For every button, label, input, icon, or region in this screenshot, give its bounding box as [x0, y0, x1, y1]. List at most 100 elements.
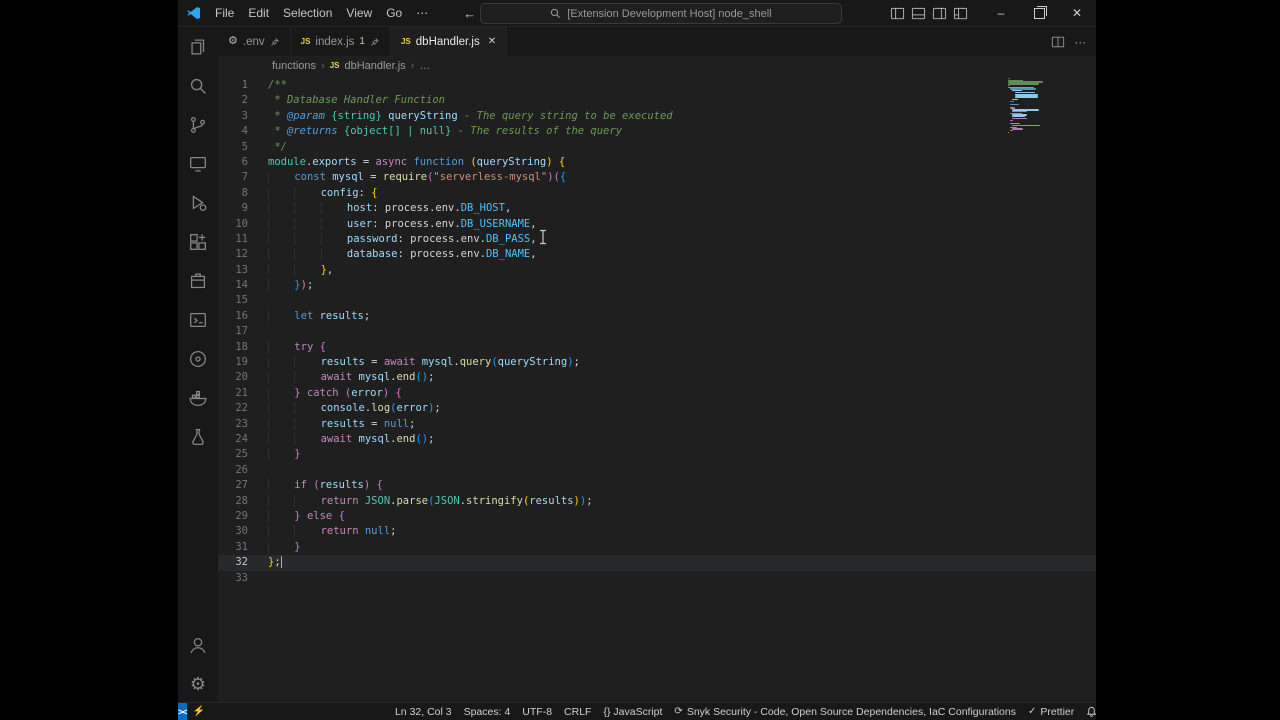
chevron-right-icon: › [411, 60, 415, 72]
code-line[interactable]: 5 */ [218, 140, 1096, 155]
menu-more[interactable]: ⋯ [409, 3, 435, 23]
editor-more-actions-icon[interactable]: ⋯ [1075, 35, 1087, 49]
code-line[interactable]: 3 * @param {string} queryString - The qu… [218, 109, 1096, 124]
code-line[interactable]: 9 host: process.env.DB_HOST, [218, 201, 1096, 216]
code-line[interactable]: 27 if (results) { [218, 478, 1096, 493]
snyk-status[interactable]: ⟳ Snyk Security - Code, Open Source Depe… [668, 706, 1022, 718]
code-line[interactable]: 33 [218, 571, 1096, 586]
line-number: 3 [218, 109, 248, 124]
code-line[interactable]: 30 return null; [218, 524, 1096, 539]
breadcrumb-symbol[interactable]: … [419, 60, 430, 72]
js-file-icon: JS [301, 37, 311, 46]
terminal-panel-icon[interactable] [178, 300, 218, 339]
settings-gear-icon[interactable]: ⚙ [178, 664, 218, 703]
code-line[interactable]: 16 let results; [218, 309, 1096, 324]
restore-button[interactable] [1020, 0, 1058, 26]
code-line[interactable]: 2 * Database Handler Function [218, 93, 1096, 108]
notifications-bell-icon[interactable] [1080, 706, 1103, 717]
code-line[interactable]: 8 config: { [218, 186, 1096, 201]
code-line[interactable]: 21 } catch (error) { [218, 386, 1096, 401]
tab-env[interactable]: ⚙ .env [218, 27, 291, 56]
code-line[interactable]: 20 await mysql.end(); [218, 370, 1096, 385]
extensions-icon[interactable] [178, 222, 218, 261]
line-number: 6 [218, 155, 248, 170]
code-lines: 1/**2 * Database Handler Function3 * @pa… [218, 78, 1096, 586]
code-line[interactable]: 13 }, [218, 263, 1096, 278]
tab-bar: ⚙ .env JS index.js 1 JS dbHandler.js ✕ [218, 27, 1096, 56]
tab-indexjs[interactable]: JS index.js 1 [291, 27, 391, 56]
vscode-logo-icon [186, 5, 202, 21]
menu-go[interactable]: Go [379, 3, 409, 23]
toggle-sidebar-icon[interactable] [890, 6, 905, 21]
code-line[interactable]: 23 results = null; [218, 417, 1096, 432]
source-control-icon[interactable] [178, 105, 218, 144]
language-mode[interactable]: {} JavaScript [597, 706, 668, 718]
code-line[interactable]: 26 [218, 463, 1096, 478]
docker-icon[interactable] [178, 378, 218, 417]
code-line[interactable]: 31 } [218, 540, 1096, 555]
tab-label: index.js [315, 36, 354, 48]
code-line[interactable]: 7 const mysql = require("serverless-mysq… [218, 170, 1096, 185]
code-line[interactable]: 6module.exports = async function (queryS… [218, 155, 1096, 170]
toggle-panel-icon[interactable] [911, 6, 926, 21]
extension-host-icon[interactable]: ⚡ [187, 706, 211, 717]
code-line[interactable]: 17 [218, 324, 1096, 339]
line-number: 18 [218, 340, 248, 355]
minimize-button[interactable]: – [982, 0, 1020, 26]
remote-explorer-icon[interactable] [178, 144, 218, 183]
code-line[interactable]: 19 results = await mysql.query(queryStri… [218, 355, 1096, 370]
command-center[interactable]: [Extension Development Host] node_shell [480, 3, 842, 24]
search-sidebar-icon[interactable] [178, 66, 218, 105]
code-line[interactable]: 14 }); [218, 278, 1096, 293]
testing-icon[interactable] [178, 417, 218, 456]
code-line[interactable]: 4 * @returns {object[] | null} - The res… [218, 124, 1096, 139]
customize-layout-icon[interactable] [953, 6, 968, 21]
breadcrumb-file[interactable]: dbHandler.js [345, 60, 406, 72]
line-number: 13 [218, 263, 248, 278]
menu-edit[interactable]: Edit [241, 3, 276, 23]
run-debug-icon[interactable] [178, 183, 218, 222]
eol-sequence[interactable]: CRLF [558, 706, 597, 718]
menu-file[interactable]: File [208, 3, 241, 23]
account-icon[interactable] [178, 625, 218, 664]
cursor-position[interactable]: Ln 32, Col 3 [389, 706, 458, 718]
encoding[interactable]: UTF-8 [516, 706, 558, 718]
code-line[interactable]: 28 return JSON.parse(JSON.stringify(resu… [218, 494, 1096, 509]
kubernetes-icon[interactable] [178, 339, 218, 378]
code-line[interactable]: 1/** [218, 78, 1096, 93]
tab-close-icon[interactable]: ✕ [488, 36, 496, 47]
vscode-window: File Edit Selection View Go ⋯ ← → [Exten… [178, 0, 1096, 720]
line-number: 31 [218, 540, 248, 555]
remote-indicator[interactable]: >< [178, 703, 187, 720]
code-line[interactable]: 29 } else { [218, 509, 1096, 524]
breadcrumb-folder[interactable]: functions [272, 60, 316, 72]
code-line[interactable]: 18 try { [218, 340, 1096, 355]
code-line[interactable]: 25 } [218, 447, 1096, 462]
menu-selection[interactable]: Selection [276, 3, 339, 23]
code-line[interactable]: 15 [218, 293, 1096, 308]
code-line[interactable]: 32}; [218, 555, 1096, 570]
toggle-secondary-sidebar-icon[interactable] [932, 6, 947, 21]
line-number: 4 [218, 124, 248, 139]
code-line[interactable]: 24 await mysql.end(); [218, 432, 1096, 447]
nav-back-icon[interactable]: ← [463, 6, 476, 21]
code-line[interactable]: 22 console.log(error); [218, 401, 1096, 416]
line-number: 11 [218, 232, 248, 247]
line-number: 16 [218, 309, 248, 324]
toolbox-icon[interactable] [178, 261, 218, 300]
split-editor-icon[interactable] [1051, 35, 1065, 49]
minimap[interactable] [1008, 78, 1070, 135]
line-number: 26 [218, 463, 248, 478]
code-editor[interactable]: 1/**2 * Database Handler Function3 * @pa… [218, 75, 1096, 703]
tab-dbhandlerjs[interactable]: JS dbHandler.js ✕ [391, 27, 507, 56]
prettier-status[interactable]: ✓ Prettier [1022, 706, 1080, 718]
explorer-icon[interactable] [178, 27, 218, 66]
code-line[interactable]: 10 user: process.env.DB_USERNAME, [218, 217, 1096, 232]
close-window-button[interactable]: ✕ [1058, 0, 1096, 26]
title-bar: File Edit Selection View Go ⋯ ← → [Exten… [178, 0, 1096, 27]
code-line[interactable]: 12 database: process.env.DB_NAME, [218, 247, 1096, 262]
indentation[interactable]: Spaces: 4 [458, 706, 517, 718]
code-line[interactable]: 11 password: process.env.DB_PASS, [218, 232, 1096, 247]
menu-view[interactable]: View [339, 3, 379, 23]
env-file-icon: ⚙ [228, 36, 238, 47]
